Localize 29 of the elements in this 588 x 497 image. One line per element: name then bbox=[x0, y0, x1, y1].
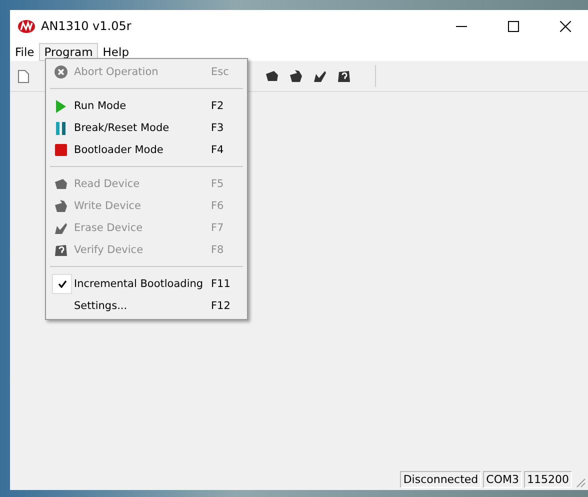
stop-icon bbox=[55, 144, 67, 156]
menu-item[interactable]: Bootloader Mode F4 bbox=[48, 139, 245, 161]
question-chip-icon[interactable] bbox=[337, 70, 351, 82]
menu-bar-item[interactable]: Help bbox=[98, 42, 134, 60]
menu-item[interactable]: Settings... F12 bbox=[48, 295, 245, 317]
pause-icon bbox=[56, 122, 66, 134]
eraser-icon[interactable] bbox=[313, 70, 327, 82]
logo-icon bbox=[18, 20, 35, 32]
menu-item[interactable]: Run Mode F2 bbox=[48, 95, 245, 117]
maximize-icon bbox=[508, 20, 518, 32]
status-panel: Disconnected bbox=[400, 470, 482, 488]
chip-icon[interactable] bbox=[289, 70, 303, 82]
resize-grip-icon[interactable] bbox=[576, 478, 586, 488]
menu-bar-item[interactable]: File bbox=[10, 42, 40, 60]
window-title: AN1310 v1.05r bbox=[41, 19, 132, 33]
eraser-icon bbox=[54, 222, 68, 234]
close-icon bbox=[560, 20, 570, 32]
chip-icon bbox=[54, 200, 68, 212]
menu-item[interactable]: Break/Reset Mode F3 bbox=[48, 117, 245, 139]
play-icon bbox=[56, 100, 66, 112]
new-file-icon[interactable] bbox=[18, 70, 29, 82]
close-icon bbox=[54, 65, 68, 79]
status-panel: COM3 bbox=[483, 470, 522, 488]
status-panel: 115200 bbox=[524, 470, 572, 488]
question-chip-icon bbox=[54, 244, 68, 256]
menu-bar-item[interactable]: Program bbox=[39, 42, 98, 60]
chip-icon[interactable] bbox=[265, 70, 279, 82]
chip-icon bbox=[54, 178, 68, 190]
menu-item[interactable]: Incremental Bootloading F11 bbox=[48, 273, 245, 295]
